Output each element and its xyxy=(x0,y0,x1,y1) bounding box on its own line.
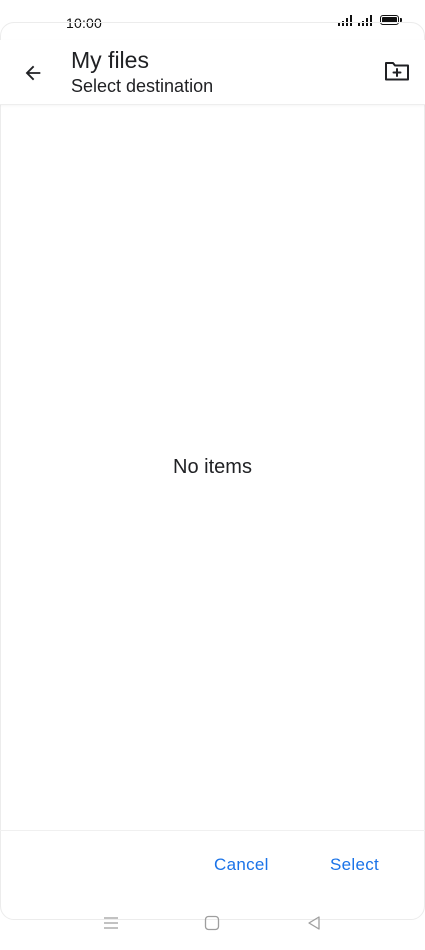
create-new-folder-icon xyxy=(385,62,409,81)
menu-icon xyxy=(104,917,118,929)
page-title: My files xyxy=(71,47,149,73)
status-bar: 10:00 xyxy=(0,0,425,44)
system-nav-bar xyxy=(0,905,425,941)
action-bar: Cancel Select xyxy=(0,830,425,897)
select-button[interactable]: Select xyxy=(330,855,379,875)
battery-icon xyxy=(380,15,402,25)
system-back-button[interactable] xyxy=(304,913,324,933)
empty-state-message: No items xyxy=(173,456,252,478)
status-time: 10:00 xyxy=(66,15,103,31)
status-icons xyxy=(338,14,402,26)
home-square-icon xyxy=(204,915,220,931)
signal-icon xyxy=(338,14,352,26)
back-button[interactable] xyxy=(16,56,50,90)
signal-icon-secondary xyxy=(358,14,372,26)
back-triangle-icon xyxy=(308,916,320,930)
new-folder-button[interactable] xyxy=(379,54,415,88)
arrow-back-icon xyxy=(25,65,41,81)
cancel-button[interactable]: Cancel xyxy=(214,855,269,875)
toolbar: My files Select destination xyxy=(0,40,425,105)
recent-apps-button[interactable] xyxy=(101,913,121,933)
page-subtitle: Select destination xyxy=(71,76,214,96)
home-button[interactable] xyxy=(202,913,222,933)
